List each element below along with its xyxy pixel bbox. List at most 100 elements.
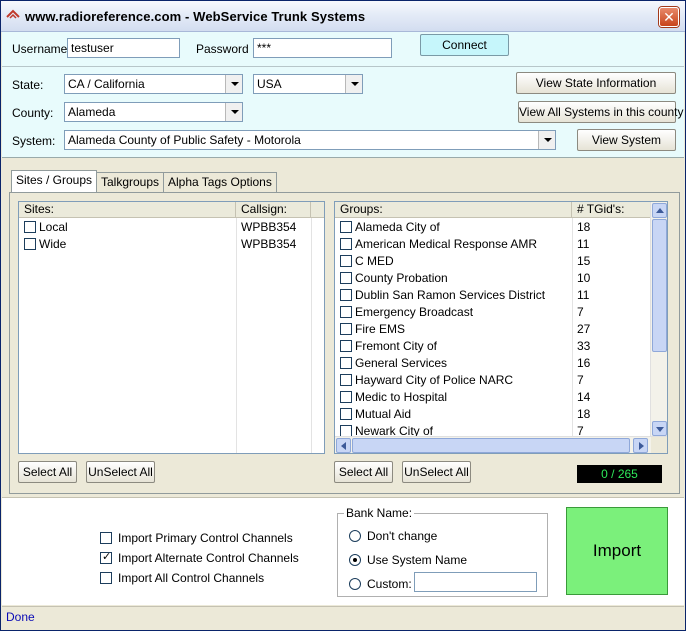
group-checkbox[interactable] <box>340 323 352 335</box>
bank-custom-option[interactable]: Custom: <box>349 577 412 591</box>
group-checkbox[interactable] <box>340 306 352 318</box>
data-panel: Sites / Groups Talkgroups Alpha Tags Opt… <box>2 159 684 497</box>
system-select[interactable]: Alameda County of Public Safety - Motoro… <box>64 130 556 150</box>
groups-list[interactable]: Groups: # TGid's: Alameda City of 18 Ameri… <box>334 201 668 454</box>
group-name: County Probation <box>355 271 448 285</box>
group-row[interactable]: Mutual Aid 18 <box>335 406 652 423</box>
group-row[interactable]: Hayward City of Police NARC 7 <box>335 372 652 389</box>
tab-talkgroups[interactable]: Talkgroups <box>96 172 165 192</box>
groups-column-header[interactable]: Groups: <box>335 202 572 218</box>
chevron-down-icon[interactable] <box>225 75 242 93</box>
column-divider <box>311 218 312 453</box>
group-checkbox[interactable] <box>340 272 352 284</box>
site-checkbox[interactable] <box>24 221 36 233</box>
import-alternate-checkbox[interactable] <box>100 550 112 564</box>
group-checkbox[interactable] <box>340 255 352 267</box>
group-checkbox[interactable] <box>340 340 352 352</box>
group-checkbox[interactable] <box>340 357 352 369</box>
scroll-left-button[interactable] <box>336 438 351 453</box>
group-tgid-count: 27 <box>577 322 591 336</box>
system-value: Alameda County of Public Safety - Motoro… <box>68 133 301 147</box>
groups-unselect-all-button[interactable]: UnSelect All <box>402 461 471 483</box>
group-row[interactable]: Fremont City of 33 <box>335 338 652 355</box>
bank-use-system-label: Use System Name <box>367 553 468 567</box>
chevron-down-icon[interactable] <box>345 75 362 93</box>
scroll-corner <box>651 437 667 453</box>
chevron-down-icon[interactable] <box>225 103 242 121</box>
group-row[interactable]: C MED 15 <box>335 253 652 270</box>
bank-use-system-option[interactable]: Use System Name <box>349 553 467 567</box>
group-checkbox[interactable] <box>340 289 352 301</box>
group-row[interactable]: General Services 16 <box>335 355 652 372</box>
site-checkbox[interactable] <box>24 238 36 250</box>
selection-counter: 0 / 265 <box>577 465 662 483</box>
bank-dont-change-label: Don't change <box>367 529 438 543</box>
state-select[interactable]: CA / California <box>64 74 243 94</box>
scroll-thumb[interactable] <box>652 219 667 352</box>
group-row[interactable]: County Probation 10 <box>335 270 652 287</box>
bank-use-system-radio[interactable] <box>349 554 361 566</box>
import-primary-option[interactable]: Import Primary Control Channels <box>100 531 293 545</box>
username-input[interactable]: testuser <box>67 38 180 58</box>
import-all-option[interactable]: Import All Control Channels <box>100 571 264 585</box>
group-name: Emergency Broadcast <box>355 305 474 319</box>
groups-select-all-button[interactable]: Select All <box>334 461 393 483</box>
group-row[interactable]: Alameda City of 18 <box>335 219 652 236</box>
group-checkbox[interactable] <box>340 391 352 403</box>
callsign-column-header[interactable]: Callsign: <box>236 202 311 218</box>
sites-list[interactable]: Sites: Callsign: Local WPBB354 Wide WPBB… <box>18 201 325 454</box>
county-select[interactable]: Alameda <box>64 102 243 122</box>
scroll-up-button[interactable] <box>652 203 667 218</box>
group-row[interactable]: Medic to Hospital 14 <box>335 389 652 406</box>
sites-column-header[interactable]: Sites: <box>19 202 236 218</box>
group-row[interactable]: Fire EMS 27 <box>335 321 652 338</box>
bank-custom-input[interactable] <box>414 572 537 592</box>
import-alternate-option[interactable]: Import Alternate Control Channels <box>100 550 299 565</box>
group-checkbox[interactable] <box>340 408 352 420</box>
site-callsign: WPBB354 <box>241 237 297 251</box>
group-checkbox[interactable] <box>340 221 352 233</box>
status-text: Done <box>6 610 35 624</box>
group-row[interactable]: Dublin San Ramon Services District 11 <box>335 287 652 304</box>
status-bar: Done <box>2 606 684 630</box>
site-row[interactable]: Wide WPBB354 <box>19 236 324 253</box>
radio-tower-icon <box>6 9 20 19</box>
tgid-column-header[interactable]: # TGid's: <box>572 202 652 218</box>
password-input[interactable]: *** <box>253 38 392 58</box>
groups-vertical-scrollbar[interactable] <box>650 202 667 438</box>
group-row[interactable]: American Medical Response AMR 11 <box>335 236 652 253</box>
chevron-down-icon[interactable] <box>538 131 555 149</box>
window-title: www.radioreference.com - WebService Trun… <box>25 9 366 24</box>
app-window: www.radioreference.com - WebService Trun… <box>0 0 686 631</box>
sites-select-all-button[interactable]: Select All <box>18 461 77 483</box>
bank-dont-change-option[interactable]: Don't change <box>349 529 437 543</box>
country-select[interactable]: USA <box>253 74 363 94</box>
group-row[interactable]: Emergency Broadcast 7 <box>335 304 652 321</box>
groups-horizontal-scrollbar[interactable] <box>335 436 667 453</box>
group-tgid-count: 10 <box>577 271 591 285</box>
scroll-down-button[interactable] <box>652 421 667 436</box>
view-system-button[interactable]: View System <box>577 129 676 151</box>
group-checkbox[interactable] <box>340 374 352 386</box>
scroll-thumb[interactable] <box>352 438 630 453</box>
scroll-right-button[interactable] <box>633 438 648 453</box>
site-name: Wide <box>39 237 67 251</box>
bank-custom-radio[interactable] <box>349 578 361 590</box>
import-primary-checkbox[interactable] <box>100 532 112 544</box>
group-tgid-count: 11 <box>577 288 590 302</box>
view-state-info-button[interactable]: View State Information <box>516 72 676 94</box>
sites-header: Sites: Callsign: <box>19 202 324 218</box>
bank-dont-change-radio[interactable] <box>349 530 361 542</box>
group-tgid-count: 18 <box>577 407 591 421</box>
close-button[interactable]: ✕ <box>659 7 679 27</box>
site-row[interactable]: Local WPBB354 <box>19 219 324 236</box>
import-button[interactable]: Import <box>566 507 668 595</box>
import-all-checkbox[interactable] <box>100 572 112 584</box>
group-checkbox[interactable] <box>340 238 352 250</box>
tab-alpha-tags[interactable]: Alpha Tags Options <box>163 172 277 192</box>
tab-sites-groups[interactable]: Sites / Groups <box>11 170 98 192</box>
view-all-systems-button[interactable]: View All Systems in this county <box>518 101 684 123</box>
connect-button[interactable]: Connect <box>420 34 509 56</box>
sites-unselect-all-button[interactable]: UnSelect All <box>86 461 155 483</box>
group-name: General Services <box>355 356 448 370</box>
